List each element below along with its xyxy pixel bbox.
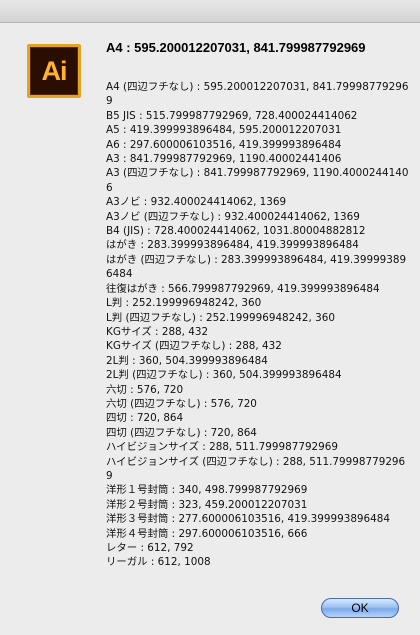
paper-size-line: 2L判 (四辺フチなし) : 360, 504.399993896484 [106, 369, 342, 382]
paper-size-line: A6 : 297.600006103516, 419.399993896484 [106, 138, 342, 151]
paper-size-list: A4 (四辺フチなし) : 595.200012207031, 841.7999… [106, 80, 411, 570]
illustrator-app-icon: Ai [27, 44, 81, 98]
alert-dialog: Ai A4 : 595.200012207031, 841.7999877929… [0, 23, 420, 635]
paper-size-line: リーガル : 612, 1008 [106, 556, 211, 569]
paper-size-line: ハイビジョンサイズ : 288, 511.799987792969 [106, 441, 339, 454]
ok-button[interactable]: OK [321, 598, 399, 618]
paper-size-line: A3 (四辺フチなし) : 841.799987792969, 1190.400… [106, 167, 409, 194]
paper-size-line: レター : 612, 792 [106, 542, 194, 554]
paper-size-line: 洋形２号封筒 : 323, 459.200012207031 [106, 498, 308, 511]
paper-size-line: 四切 (四辺フチなし) : 720, 864 [106, 426, 257, 439]
paper-size-line: A3ノビ : 932.400024414062, 1369 [106, 196, 287, 209]
paper-size-line: B4 (JIS) : 728.400024414062, 1031.800048… [106, 225, 366, 238]
paper-size-line: 洋形４号封筒 : 297.600006103516, 666 [106, 527, 308, 540]
paper-size-line: B5 JIS : 515.799987792969, 728.400024414… [106, 109, 358, 122]
paper-size-line: KGサイズ (四辺フチなし) : 288, 432 [106, 340, 282, 353]
paper-size-line: KGサイズ : 288, 432 [106, 325, 209, 338]
paper-size-line: A4 (四辺フチなし) : 595.200012207031, 841.7999… [106, 81, 409, 108]
paper-size-line: ハイビジョンサイズ (四辺フチなし) : 288, 511.7999877929… [106, 455, 406, 482]
paper-size-line: 六切 (四辺フチなし) : 576, 720 [106, 397, 257, 410]
paper-size-line: 洋形１号封筒 : 340, 498.799987792969 [106, 484, 308, 497]
paper-size-line: 往復はがき : 566.799987792969, 419.3999938964… [106, 282, 380, 295]
paper-size-line: はがき (四辺フチなし) : 283.399993896484, 419.399… [106, 253, 407, 281]
dialog-heading: A4 : 595.200012207031, 841.799987792969 [106, 40, 366, 55]
window-titlebar[interactable] [0, 0, 420, 23]
paper-size-line: A5 : 419.399993896484, 595.200012207031 [106, 124, 342, 137]
paper-size-line: 六切 : 576, 720 [106, 383, 184, 396]
paper-size-line: L判 (四辺フチなし) : 252.199996948242, 360 [106, 311, 335, 324]
paper-size-line: 四切 : 720, 864 [106, 412, 184, 425]
paper-size-line: A3 : 841.799987792969, 1190.40002441406 [106, 153, 342, 166]
paper-size-line: L判 : 252.199996948242, 360 [106, 297, 262, 310]
paper-size-line: 洋形３号封筒 : 277.600006103516, 419.399993896… [106, 513, 390, 526]
app-icon-label: Ai [41, 55, 68, 86]
paper-size-line: はがき : 283.399993896484, 419.399993896484 [106, 239, 359, 252]
paper-size-line: 2L判 : 360, 504.399993896484 [106, 354, 268, 367]
paper-size-line: A3ノビ (四辺フチなし) : 932.400024414062, 1369 [106, 210, 360, 223]
